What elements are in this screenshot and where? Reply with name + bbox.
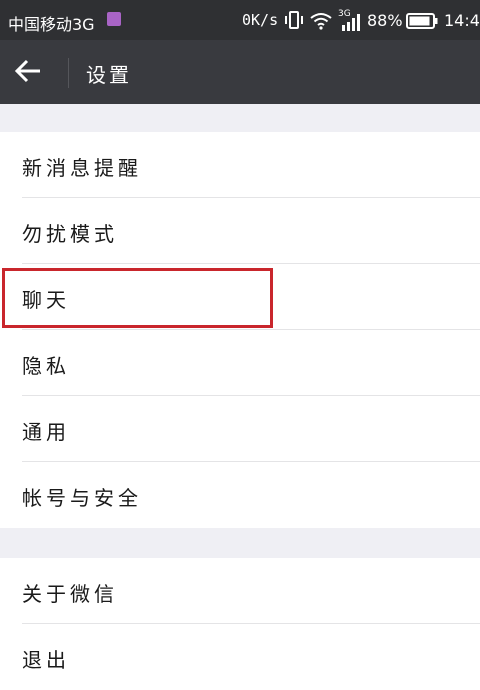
settings-item-label: 帐号与安全 xyxy=(22,486,142,510)
battery-icon xyxy=(406,13,438,33)
settings-item-label: 勿扰模式 xyxy=(22,222,118,246)
settings-item-privacy[interactable]: 隐私 xyxy=(0,330,480,396)
settings-item-label: 关于微信 xyxy=(22,582,118,606)
wifi-icon xyxy=(310,12,332,34)
status-bar: 中国移动3G 0K/s 3G 88% 14:4 xyxy=(0,0,480,40)
network-speed: 0K/s xyxy=(242,11,279,29)
carrier-label: 中国移动3G xyxy=(8,15,95,34)
signal-icon: 3G xyxy=(338,8,364,36)
settings-item-account-security[interactable]: 帐号与安全 xyxy=(0,462,480,528)
battery-percent: 88% xyxy=(367,11,403,30)
settings-item-label: 隐私 xyxy=(22,354,70,378)
settings-item-label: 退出 xyxy=(22,648,70,672)
highlight-annotation-box xyxy=(2,268,273,328)
settings-group-main: 新消息提醒 勿扰模式 聊天 隐私 通用 帐号与安全 xyxy=(0,132,480,528)
back-arrow-icon xyxy=(14,59,40,83)
settings-group-secondary: 关于微信 退出 xyxy=(0,558,480,690)
network-type-label: 3G xyxy=(338,9,351,19)
settings-item-new-message-alerts[interactable]: 新消息提醒 xyxy=(0,132,480,198)
sim-icon xyxy=(107,12,121,26)
page-title: 设置 xyxy=(86,63,132,87)
settings-item-logout[interactable]: 退出 xyxy=(0,624,480,690)
title-divider xyxy=(68,58,69,88)
settings-item-label: 通用 xyxy=(22,420,70,444)
vibrate-icon xyxy=(284,10,304,34)
clock: 14:4 xyxy=(444,11,480,30)
settings-item-label: 新消息提醒 xyxy=(22,156,142,180)
settings-item-general[interactable]: 通用 xyxy=(0,396,480,462)
back-button[interactable] xyxy=(14,56,54,88)
settings-item-do-not-disturb[interactable]: 勿扰模式 xyxy=(0,198,480,264)
title-bar: 设置 xyxy=(0,40,480,104)
settings-item-about-wechat[interactable]: 关于微信 xyxy=(0,558,480,624)
